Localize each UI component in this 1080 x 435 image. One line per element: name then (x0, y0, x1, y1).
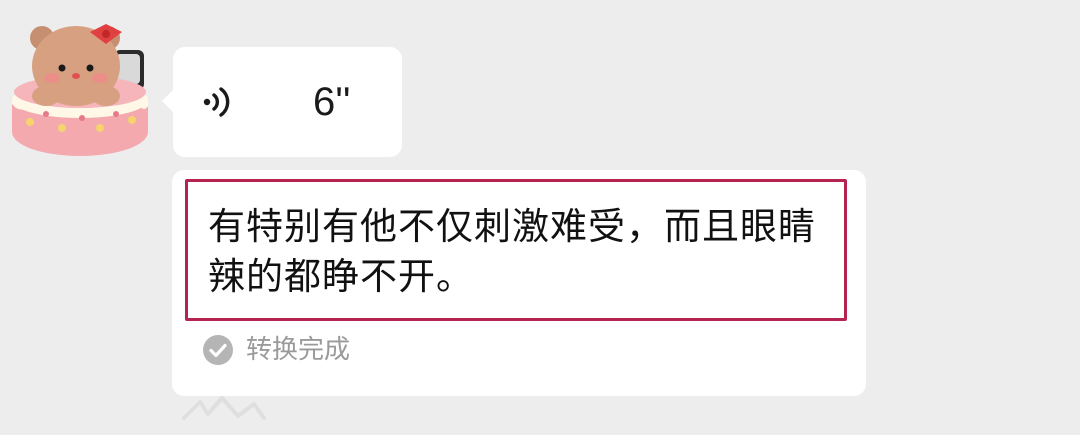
voice-wave-icon (203, 87, 230, 117)
bear-cake-avatar-icon (12, 24, 148, 156)
transcript-status: 转换完成 (202, 332, 350, 368)
transcript-highlight-box: 有特别有他不仅刺激难受，而且眼睛辣的都睁不开。 (185, 179, 847, 321)
watermark-icon (182, 396, 266, 420)
avatar[interactable] (10, 14, 152, 160)
voice-message-bubble[interactable]: 6'' (162, 47, 402, 157)
status-label: 转换完成 (246, 335, 351, 365)
transcript-text: 有特别有他不仅刺激难受，而且眼睛辣的都睁不开。 (208, 205, 816, 298)
transcript-card[interactable]: 有特别有他不仅刺激难受，而且眼睛辣的都睁不开。 转换完成 (172, 170, 866, 396)
voice-duration: 6'' (313, 80, 351, 124)
bubble-tail (162, 89, 174, 113)
check-circle-icon (203, 335, 233, 365)
